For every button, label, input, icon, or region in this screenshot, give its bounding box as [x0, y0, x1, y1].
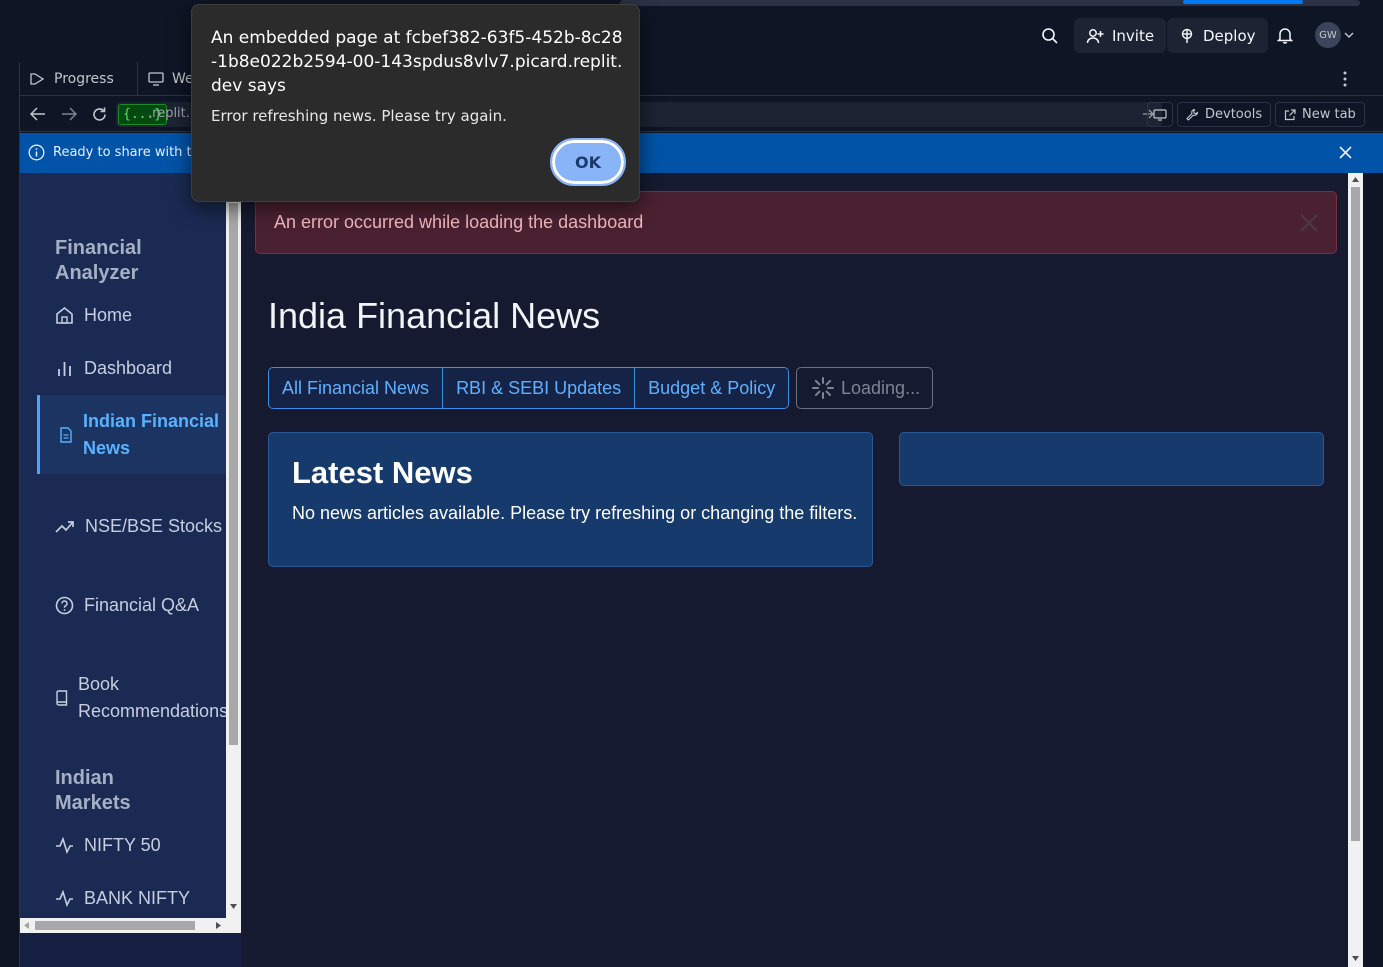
- spinner-icon: [812, 377, 834, 399]
- info-icon: [28, 144, 45, 161]
- book-icon: [56, 690, 68, 706]
- sidebar-item-dashboard[interactable]: Dashboard: [55, 355, 172, 382]
- back-icon[interactable]: [30, 107, 46, 121]
- sidebar-item-indian-financial-news[interactable]: Indian Financial News: [37, 395, 226, 474]
- dialog-message: Error refreshing news. Please try again.: [211, 107, 507, 125]
- deploy-button[interactable]: Deploy: [1167, 18, 1268, 53]
- sidebar-item-label: Dashboard: [84, 358, 173, 378]
- refresh-loading-button[interactable]: Loading...: [796, 367, 933, 409]
- external-link-icon: [1284, 108, 1296, 120]
- sidebar-scrollbar-thumb[interactable]: [229, 203, 238, 745]
- loading-label: Loading...: [841, 377, 921, 398]
- sidebar-item-book-recommendations[interactable]: Book Recommendations: [55, 671, 226, 725]
- bar-chart-icon: [58, 362, 71, 376]
- deploy-label: Deploy: [1203, 26, 1256, 45]
- devtools-button[interactable]: Devtools: [1177, 102, 1272, 127]
- sidebar-item-label: BANK NIFTY: [84, 888, 191, 908]
- new-tab-button[interactable]: New tab: [1275, 102, 1365, 127]
- forward-icon[interactable]: [61, 107, 77, 121]
- main-content: An error occurred while loading the dash…: [241, 173, 1348, 967]
- sidebar-horizontal-scrollbar[interactable]: [20, 918, 241, 933]
- invite-button[interactable]: Invite: [1074, 18, 1167, 53]
- news-card-title: Latest News: [292, 455, 473, 490]
- invite-label: Invite: [1112, 26, 1155, 45]
- more-options-icon[interactable]: [1342, 71, 1348, 87]
- latest-news-card: Latest News No news articles available. …: [268, 432, 873, 567]
- app-scrollbar-thumb[interactable]: [1351, 187, 1360, 841]
- sidebar-vertical-scrollbar[interactable]: [226, 173, 241, 918]
- scroll-right-arrow-icon[interactable]: [216, 922, 221, 929]
- avatar[interactable]: GW: [1315, 22, 1341, 48]
- devtools-label: Devtools: [1205, 107, 1263, 122]
- search-icon[interactable]: [1034, 20, 1066, 52]
- sidebar-item-label: NIFTY 50: [84, 835, 161, 855]
- scroll-down-arrow-icon[interactable]: [1352, 956, 1359, 961]
- filter-budget-policy[interactable]: Budget & Policy: [635, 368, 789, 408]
- sidebar-item-label: Indian Financial News: [83, 411, 220, 458]
- side-panel-card: [899, 432, 1324, 486]
- trend-icon: [55, 520, 74, 533]
- pulse-icon: [56, 837, 73, 854]
- left-gutter: [0, 62, 20, 967]
- document-icon: [59, 427, 73, 443]
- scroll-down-arrow-icon[interactable]: [230, 904, 237, 909]
- filter-all-financial-news[interactable]: All Financial News: [269, 368, 444, 408]
- ok-button[interactable]: OK: [550, 138, 626, 186]
- deploy-icon: [1181, 28, 1193, 43]
- dialog-title: An embedded page at fcbef382-63f5-452b-8…: [211, 28, 623, 96]
- home-icon: [56, 306, 73, 324]
- wrench-icon: [1186, 108, 1199, 121]
- tab-progress[interactable]: Progress: [20, 62, 138, 96]
- sidebar-item-label: Home: [84, 305, 133, 325]
- sidebar-section-markets: Indian Markets: [55, 767, 131, 814]
- sidebar-item-nse-bse-stocks[interactable]: NSE/BSE Stocks: [55, 513, 222, 540]
- sidebar-item-label: Financial Q&A: [84, 595, 200, 615]
- new-tab-label: New tab: [1302, 107, 1356, 122]
- monitor-icon: [148, 72, 164, 86]
- sidebar-item-label: Book Recommendations: [78, 674, 226, 721]
- alert-dialog: An embedded page at fcbef382-63f5-452b-8…: [191, 4, 640, 202]
- tab-label: Progress: [54, 71, 114, 87]
- sidebar-content: Financial Analyzer Home Dashboard Indian…: [20, 173, 226, 918]
- screen-icon: [1153, 108, 1167, 121]
- pulse-icon: [56, 890, 73, 907]
- news-filter-group: All Financial News RBI & SEBI Updates Bu…: [268, 367, 790, 409]
- scroll-up-arrow-icon[interactable]: [1352, 177, 1359, 182]
- sidebar-item-home[interactable]: Home: [55, 302, 132, 329]
- url-text: .replit.: [148, 106, 190, 121]
- refresh-icon[interactable]: [91, 106, 108, 123]
- progress-icon: [30, 73, 45, 85]
- sidebar: Financial Analyzer Home Dashboard Indian…: [20, 173, 241, 967]
- sidebar-item-bank-nifty[interactable]: BANK NIFTY: [55, 885, 190, 912]
- sidebar-item-label: NSE/BSE Stocks: [85, 516, 223, 536]
- page-title: India Financial News: [268, 295, 601, 336]
- add-user-icon: [1086, 28, 1104, 43]
- bell-icon[interactable]: [1269, 19, 1301, 51]
- error-alert-text: An error occurred while loading the dash…: [274, 212, 644, 232]
- share-banner-text: Ready to share with the: [53, 145, 208, 160]
- top-scrollbar-thumb[interactable]: [1183, 0, 1303, 4]
- close-icon[interactable]: [1339, 146, 1352, 159]
- device-preview-button[interactable]: [1147, 102, 1173, 127]
- app-vertical-scrollbar[interactable]: [1348, 173, 1363, 967]
- chevron-down-icon[interactable]: [1344, 31, 1354, 39]
- question-icon: [55, 596, 74, 615]
- sidebar-hscroll-thumb[interactable]: [35, 921, 195, 930]
- sidebar-item-nifty-50[interactable]: NIFTY 50: [55, 832, 161, 859]
- sidebar-brand: Financial Analyzer: [55, 237, 142, 284]
- scroll-left-arrow-icon[interactable]: [24, 922, 29, 929]
- news-empty-message: No news articles available. Please try r…: [292, 503, 858, 523]
- filter-rbi-sebi-updates[interactable]: RBI & SEBI Updates: [443, 368, 636, 408]
- close-icon[interactable]: [1299, 213, 1319, 233]
- sidebar-item-financial-qa[interactable]: Financial Q&A: [55, 592, 199, 619]
- app-viewport: Financial Analyzer Home Dashboard Indian…: [20, 173, 1363, 967]
